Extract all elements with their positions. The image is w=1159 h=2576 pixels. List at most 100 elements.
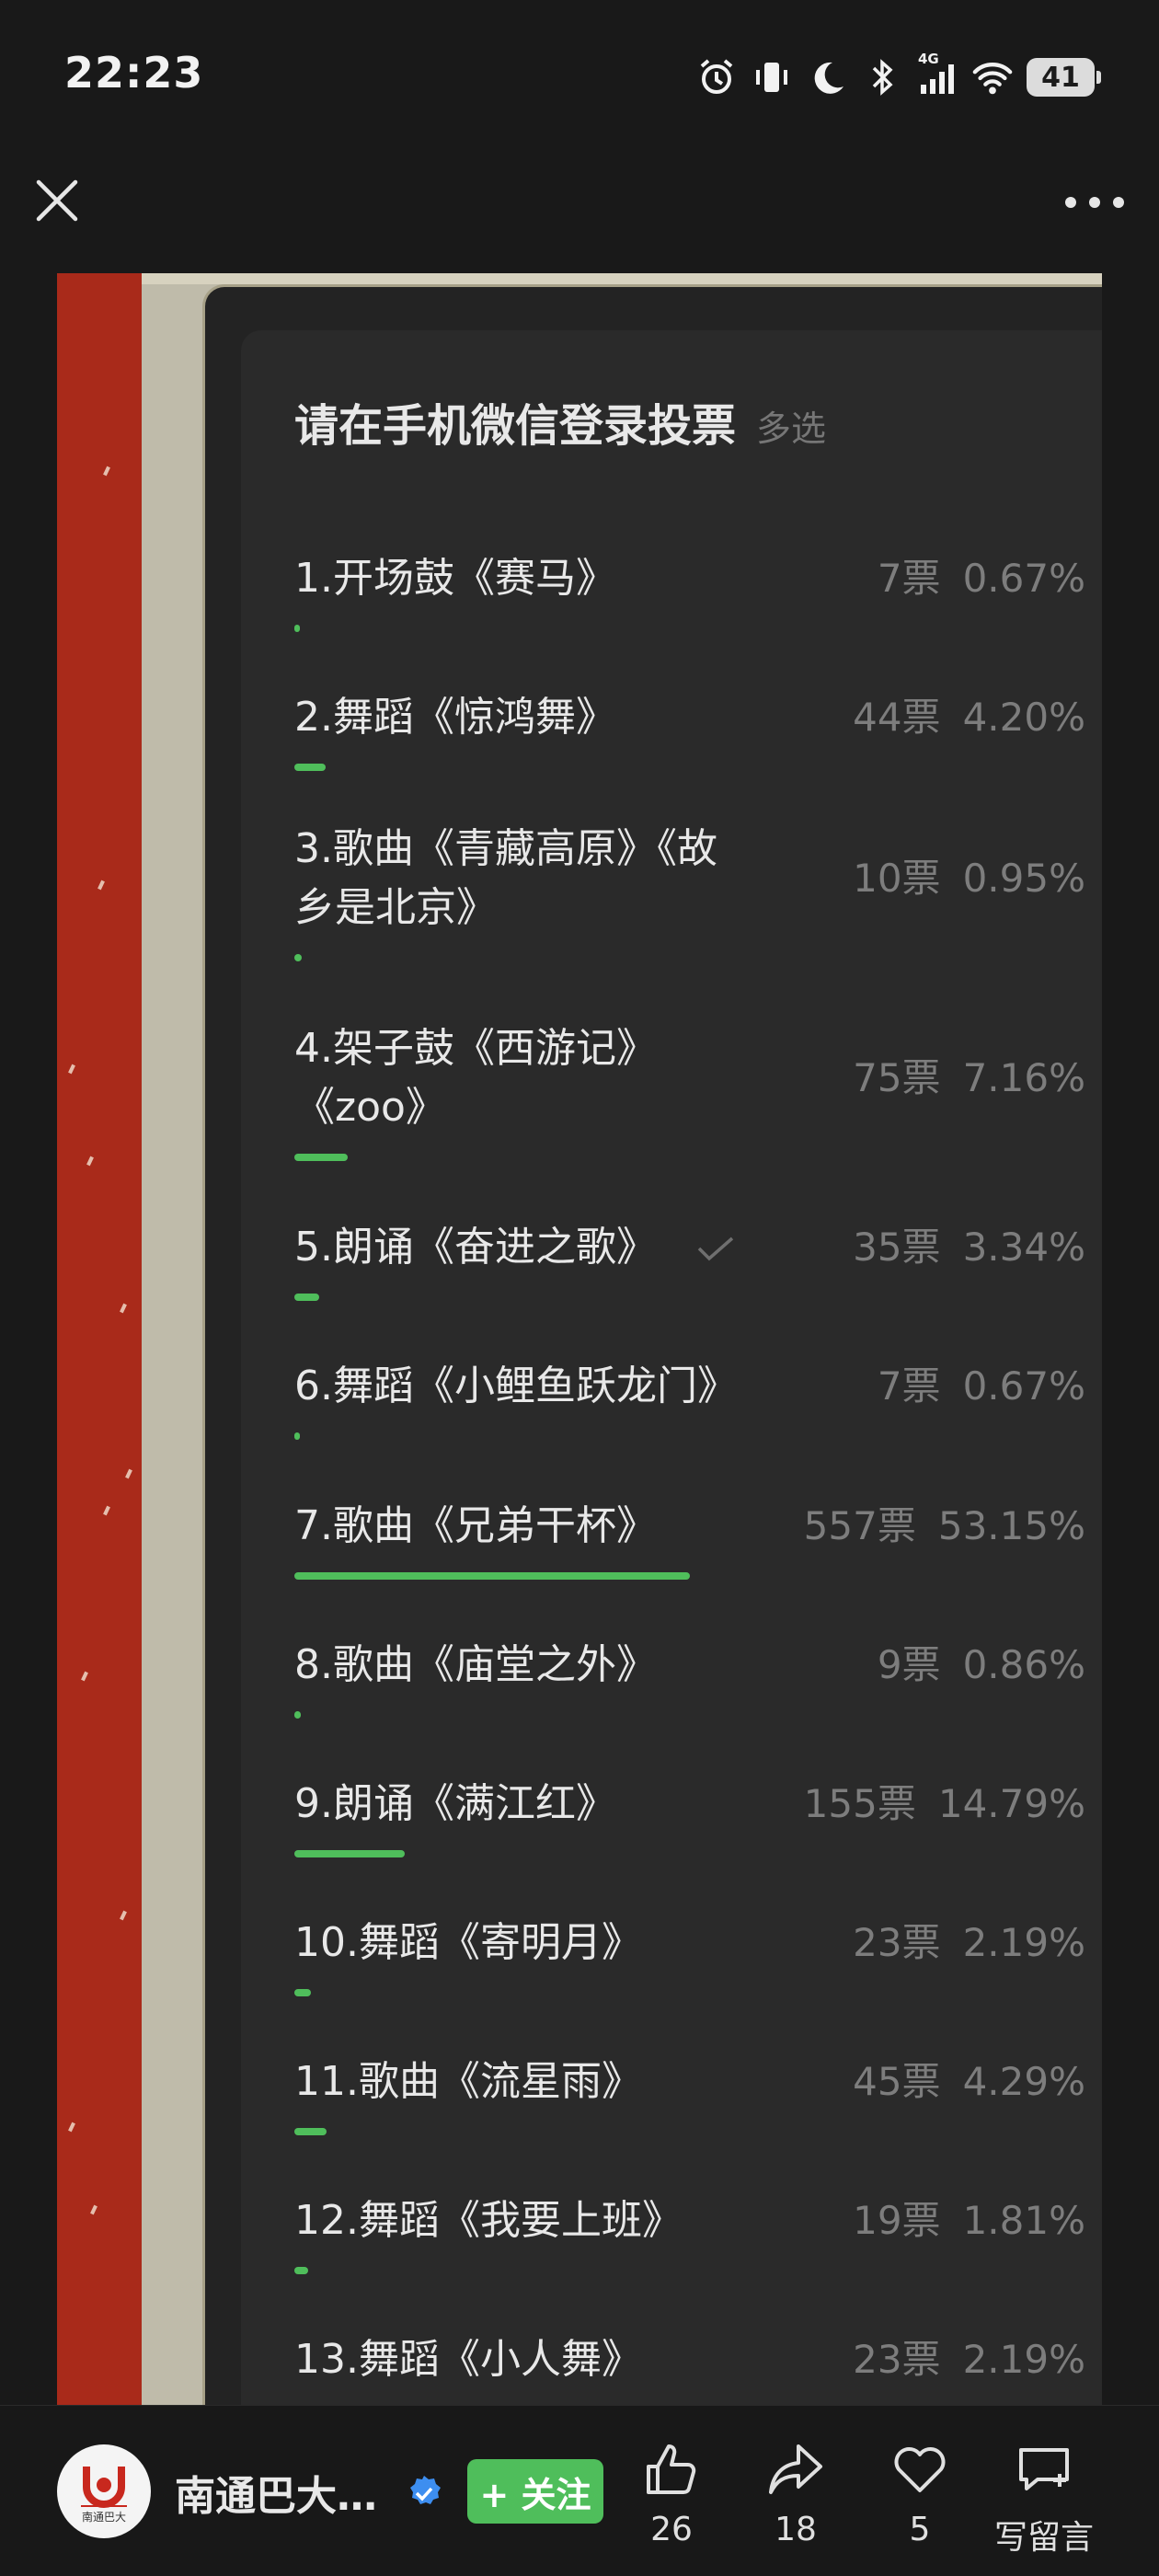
vote-option[interactable]: 9.朗诵《满江红》 155票 14.79% (294, 1775, 1085, 1867)
share-count: 18 (775, 2511, 817, 2548)
vote-option[interactable]: 8.歌曲《庙堂之外》 9票 0.86% (294, 1636, 1085, 1728)
multi-select-label: 多选 (756, 408, 827, 449)
vote-option-stats: 7票 0.67% (878, 1357, 1085, 1416)
write-comment-button[interactable]: 写留言 (989, 2439, 1099, 2559)
vote-count: 23票 (853, 1920, 941, 1965)
vote-option-stats: 19票 1.81% (853, 2191, 1085, 2250)
vote-option[interactable]: 12.舞蹈《我要上班》 19票 1.81% (294, 2191, 1085, 2283)
vote-percent: 0.67% (962, 556, 1085, 601)
alarm-icon (695, 56, 738, 98)
bottom-action-bar: 南通巴大 南通巴大… + 关注 26 18 5 写留言 (0, 2405, 1159, 2576)
vote-progress-bar (294, 1572, 690, 1580)
vote-option-label: 13.舞蹈《小人舞》 (294, 2336, 642, 2383)
vote-percent: 2.19% (962, 2337, 1085, 2382)
vote-percent: 0.95% (962, 856, 1085, 901)
vote-option[interactable]: 1.开场鼓《赛马》 7票 0.67% (294, 549, 1085, 641)
vote-count: 45票 (853, 2059, 941, 2104)
share-icon (769, 2444, 822, 2494)
vote-progress-bar (294, 1989, 311, 1996)
vote-percent: 4.20% (962, 695, 1085, 740)
vote-option[interactable]: 7.歌曲《兄弟干杯》 557票 53.15% (294, 1497, 1085, 1589)
vote-option-stats: 7票 0.67% (878, 549, 1085, 608)
nav-bar (0, 156, 1159, 267)
vote-percent: 14.79% (937, 1781, 1085, 1826)
vote-count: 44票 (853, 695, 941, 740)
vote-progress-bar (294, 764, 326, 771)
vote-progress-track (294, 764, 690, 771)
vote-count: 19票 (853, 2198, 941, 2243)
avatar-text: 南通巴大 (81, 2511, 126, 2524)
vote-option[interactable]: 11.歌曲《流星雨》 45票 4.29% (294, 2053, 1085, 2145)
vote-progress-bar (294, 1850, 405, 1857)
vote-progress-track (294, 1154, 690, 1161)
battery-icon: 41 (1027, 58, 1101, 97)
more-dot-icon (1089, 197, 1100, 208)
vote-option-stats: 23票 2.19% (853, 2330, 1085, 2389)
vote-percent: 7.16% (962, 1055, 1085, 1100)
close-icon (36, 179, 78, 222)
share-button[interactable]: 18 (740, 2439, 851, 2548)
vote-option[interactable]: 3.歌曲《青藏高原》《故乡是北京》 10票 0.95% (294, 820, 1085, 971)
vibrate-icon (751, 56, 793, 98)
vote-progress-track (294, 2267, 690, 2274)
vote-title: 请在手机微信登录投票 (294, 400, 737, 452)
verified-badge-icon (410, 2476, 441, 2504)
like-count: 26 (650, 2511, 693, 2548)
vote-progress-track (294, 1294, 690, 1301)
like-button[interactable]: 26 (616, 2439, 727, 2548)
follow-button[interactable]: + 关注 (467, 2459, 603, 2524)
vote-option-label: 2.舞蹈《惊鸿舞》 (294, 694, 616, 741)
vote-progress-bar (294, 625, 300, 632)
more-options-button[interactable] (1065, 191, 1124, 213)
vote-progress-bar (294, 2267, 308, 2274)
account-avatar[interactable]: 南通巴大 (57, 2444, 151, 2538)
vote-progress-track (294, 625, 690, 632)
vote-option-label: 6.舞蹈《小鲤鱼跃龙门》 (294, 1363, 738, 1409)
close-button[interactable] (33, 177, 81, 224)
vote-count: 35票 (853, 1225, 941, 1270)
more-dot-icon (1113, 197, 1124, 208)
article-vote-image: 请在手机微信登录投票 多选 1.开场鼓《赛马》 7票 0.67% 2.舞蹈《惊鸿舞》 4… (57, 273, 1102, 2406)
vote-progress-track (294, 1989, 690, 1996)
vote-option[interactable]: 13.舞蹈《小人舞》 23票 2.19% (294, 2330, 1085, 2406)
thumbs-up-icon (647, 2444, 696, 2494)
vote-count: 155票 (803, 1781, 916, 1826)
vote-option[interactable]: 2.舞蹈《惊鸿舞》 44票 4.20% (294, 688, 1085, 780)
account-name[interactable]: 南通巴大… (175, 2463, 377, 2522)
vote-count: 9票 (877, 1642, 941, 1687)
vote-option-label: 3.歌曲《青藏高原》《故乡是北京》 (294, 825, 717, 931)
vote-option[interactable]: 4.架子鼓《西游记》《zoo》 75票 7.16% (294, 1019, 1085, 1170)
vote-percent: 53.15% (937, 1503, 1085, 1548)
status-bar: 22:23 4G 41 (0, 0, 1159, 156)
vote-percent: 0.67% (962, 1363, 1085, 1409)
vote-count: 75票 (853, 1055, 941, 1100)
vote-progress-bar (294, 954, 302, 961)
vote-option[interactable]: 5.朗诵《奋进之歌》 35票 3.34% (294, 1218, 1085, 1310)
selected-check-icon (697, 1236, 734, 1261)
favorite-button[interactable]: 5 (865, 2439, 975, 2548)
status-time: 22:23 (64, 48, 204, 98)
vote-option-label: 8.歌曲《庙堂之外》 (294, 1641, 657, 1688)
comment-add-icon (1019, 2448, 1069, 2490)
vote-option-label: 7.歌曲《兄弟干杯》 (294, 1502, 657, 1549)
vote-percent: 2.19% (962, 1920, 1085, 1965)
vote-progress-bar (294, 2128, 327, 2135)
vote-progress-track (294, 1572, 690, 1580)
vote-header: 请在手机微信登录投票 多选 (294, 389, 826, 454)
vote-progress-track (294, 1711, 690, 1719)
status-icons: 4G 41 (695, 51, 1101, 103)
moon-icon (806, 56, 848, 98)
vote-option-stats: 10票 0.95% (853, 849, 1085, 908)
vote-option-label: 11.歌曲《流星雨》 (294, 2058, 642, 2105)
decorative-red-border (57, 273, 142, 2406)
vote-count: 10票 (853, 856, 941, 901)
vote-option[interactable]: 10.舞蹈《寄明月》 23票 2.19% (294, 1914, 1085, 2006)
vote-option-label: 4.架子鼓《西游记》《zoo》 (294, 1025, 657, 1131)
vote-percent: 0.86% (962, 1642, 1085, 1687)
vote-option-stats: 35票 3.34% (853, 1218, 1085, 1277)
vote-option-stats: 44票 4.20% (853, 688, 1085, 747)
battery-level: 41 (1041, 61, 1080, 94)
decorative-top-edge (142, 273, 1102, 284)
vote-percent: 1.81% (962, 2198, 1085, 2243)
vote-option[interactable]: 6.舞蹈《小鲤鱼跃龙门》 7票 0.67% (294, 1357, 1085, 1449)
